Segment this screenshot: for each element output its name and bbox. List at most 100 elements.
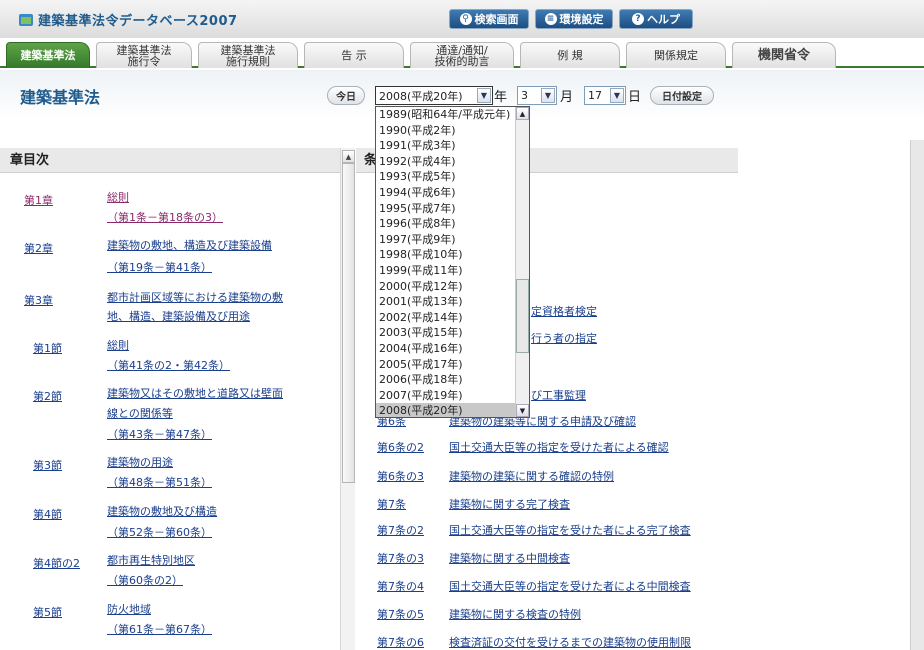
year-select-value: 2008(平成20年) <box>379 89 463 103</box>
chapter-number-link[interactable]: 第3章 <box>24 292 53 308</box>
tab-circulars[interactable]: 通達/通知/ 技術的助言 <box>410 42 514 68</box>
section-title-link[interactable]: 建築物の敷地及び構造 <box>107 501 332 523</box>
section-title-link[interactable]: 防火地域 <box>107 599 332 621</box>
section-number-link[interactable]: 第5節 <box>33 604 62 620</box>
scrollbar-thumb[interactable] <box>516 279 529 353</box>
year-option[interactable]: 2004(平成16年) <box>376 341 516 357</box>
chevron-down-icon[interactable]: ▼ <box>477 88 491 103</box>
chapter-title-link-cont[interactable]: 地、構造、建築設備及び用途 <box>107 306 332 328</box>
year-option[interactable]: 1999(平成11年) <box>376 263 516 279</box>
year-option[interactable]: 2006(平成18年) <box>376 372 516 388</box>
tab-enforcement-order[interactable]: 建築基準法 施行令 <box>96 42 192 68</box>
section-range-link[interactable]: （第61条－第67条） <box>107 619 332 641</box>
year-option[interactable]: 1990(平成2年) <box>376 123 516 139</box>
article-number-link[interactable]: 第7条の2 <box>377 522 424 538</box>
section-title-link[interactable]: 都市再生特別地区 <box>107 550 332 572</box>
environment-settings-button[interactable]: ≡ 環境設定 <box>535 9 613 29</box>
section-range-link[interactable]: （第41条の2・第42条） <box>107 355 332 377</box>
chapter-range-link[interactable]: （第19条－第41条） <box>107 257 332 279</box>
year-option[interactable]: 1995(平成7年) <box>376 201 516 217</box>
article-title-link[interactable]: 国土交通大臣等の指定を受けた者による完了検査 <box>449 522 691 538</box>
article-number-link[interactable]: 第7条の4 <box>377 578 424 594</box>
section-range-link[interactable]: （第48条－第51条） <box>107 472 332 494</box>
chapter-list-scrollbar[interactable]: ▲ <box>340 148 355 650</box>
environment-settings-label: 環境設定 <box>559 13 604 26</box>
year-option[interactable]: 1989(昭和64年/平成元年) <box>376 107 516 123</box>
article-title-link[interactable]: 定資格者検定 <box>531 303 597 319</box>
section-range-link[interactable]: （第52条－第60条） <box>107 522 332 544</box>
chapter-title-link[interactable]: 総則 <box>107 187 332 209</box>
article-number-link[interactable]: 第7条の3 <box>377 550 424 566</box>
today-button[interactable]: 今日 <box>327 86 365 105</box>
year-option-selected[interactable]: 2008(平成20年) <box>376 403 516 417</box>
year-option[interactable]: 2003(平成15年) <box>376 325 516 341</box>
year-option[interactable]: 1998(平成10年) <box>376 247 516 263</box>
article-title-link[interactable]: 建築物の建築に関する確認の特例 <box>449 468 614 484</box>
year-option[interactable]: 1993(平成5年) <box>376 169 516 185</box>
article-title-link[interactable]: 国土交通大臣等の指定を受けた者による確認 <box>449 439 669 455</box>
chapter-number-link[interactable]: 第2章 <box>24 240 53 256</box>
article-title-link[interactable]: び工事監理 <box>531 387 586 403</box>
year-option[interactable]: 2005(平成17年) <box>376 357 516 373</box>
section-title-link[interactable]: 総則 <box>107 335 332 357</box>
chevron-down-icon[interactable]: ▼ <box>610 88 624 103</box>
page-scrollbar[interactable] <box>910 140 924 650</box>
set-date-button[interactable]: 日付設定 <box>650 86 714 105</box>
scroll-up-icon[interactable]: ▲ <box>342 150 355 163</box>
year-option[interactable]: 1991(平成3年) <box>376 138 516 154</box>
year-option[interactable]: 2007(平成19年) <box>376 388 516 404</box>
settings-icon: ≡ <box>544 13 557 25</box>
chapter-number-link[interactable]: 第1章 <box>24 192 53 208</box>
year-option[interactable]: 1996(平成8年) <box>376 216 516 232</box>
scroll-down-icon[interactable]: ▼ <box>516 404 529 417</box>
year-option[interactable]: 2002(平成14年) <box>376 310 516 326</box>
section-title-link[interactable]: 建築物の用途 <box>107 452 332 474</box>
tab-label: 告 示 <box>341 49 367 62</box>
section-title-link-cont[interactable]: 線との関係等 <box>107 403 332 425</box>
tab-notifications[interactable]: 告 示 <box>304 42 404 68</box>
day-select[interactable]: 17 ▼ <box>584 86 626 105</box>
section-number-link[interactable]: 第2節 <box>33 388 62 404</box>
year-option[interactable]: 1992(平成4年) <box>376 154 516 170</box>
article-number-link[interactable]: 第7条の6 <box>377 634 424 650</box>
article-number-link[interactable]: 第7条 <box>377 496 406 512</box>
search-screen-label: 検索画面 <box>474 13 519 26</box>
article-title-link[interactable]: 建築物に関する完了検査 <box>449 496 570 512</box>
article-number-link[interactable]: 第6条の3 <box>377 468 424 484</box>
year-option[interactable]: 1994(平成6年) <box>376 185 516 201</box>
section-number-link[interactable]: 第4節 <box>33 506 62 522</box>
chapter-range-link[interactable]: （第1条－第18条の3） <box>107 207 332 229</box>
year-dropdown-list[interactable]: 1989(昭和64年/平成元年) 1990(平成2年) 1991(平成3年) 1… <box>375 106 530 418</box>
section-range-link[interactable]: （第60条の2） <box>107 570 332 592</box>
article-number-link[interactable]: 第7条の5 <box>377 606 424 622</box>
section-number-link[interactable]: 第4節の2 <box>33 555 80 571</box>
search-screen-button[interactable]: ⚲ 検索画面 <box>449 9 529 29</box>
tab-agency-ordinances[interactable]: 機関省令 <box>732 42 836 68</box>
month-select[interactable]: 3 ▼ <box>517 86 557 105</box>
article-title-link[interactable]: 検査済証の交付を受けるまでの建築物の使用制限 <box>449 634 691 650</box>
article-title-link[interactable]: 建築物に関する検査の特例 <box>449 606 581 622</box>
tab-enforcement-regulations[interactable]: 建築基準法 施行規則 <box>198 42 298 68</box>
article-number-link[interactable]: 第6条の2 <box>377 439 424 455</box>
tab-precedents[interactable]: 例 規 <box>520 42 620 68</box>
section-number-link[interactable]: 第1節 <box>33 340 62 356</box>
section-number-link[interactable]: 第3節 <box>33 457 62 473</box>
article-title-link[interactable]: 国土交通大臣等の指定を受けた者による中間検査 <box>449 578 691 594</box>
year-select[interactable]: 2008(平成20年) ▼ <box>375 86 493 105</box>
chapter-title-link[interactable]: 建築物の敷地、構造及び建築設備 <box>107 235 332 257</box>
tab-related-provisions[interactable]: 関係規定 <box>626 42 726 68</box>
help-button[interactable]: ? ヘルプ <box>619 9 693 29</box>
scroll-up-icon[interactable]: ▲ <box>516 107 529 120</box>
year-dropdown-scrollbar[interactable]: ▲ ▼ <box>515 107 529 417</box>
section-title-link[interactable]: 建築物又はその敷地と道路又は壁面 <box>107 383 332 405</box>
scrollbar-thumb[interactable] <box>342 163 355 483</box>
chevron-down-icon[interactable]: ▼ <box>541 88 555 103</box>
year-option[interactable]: 2001(平成13年) <box>376 294 516 310</box>
help-label: ヘルプ <box>647 13 680 26</box>
article-title-link[interactable]: 行う者の指定 <box>531 330 597 346</box>
year-option[interactable]: 1997(平成9年) <box>376 232 516 248</box>
year-option[interactable]: 2000(平成12年) <box>376 279 516 295</box>
tab-building-standards-act[interactable]: 建築基準法 <box>6 42 90 68</box>
section-range-link[interactable]: （第43条－第47条） <box>107 424 332 446</box>
article-title-link[interactable]: 建築物に関する中間検査 <box>449 550 570 566</box>
